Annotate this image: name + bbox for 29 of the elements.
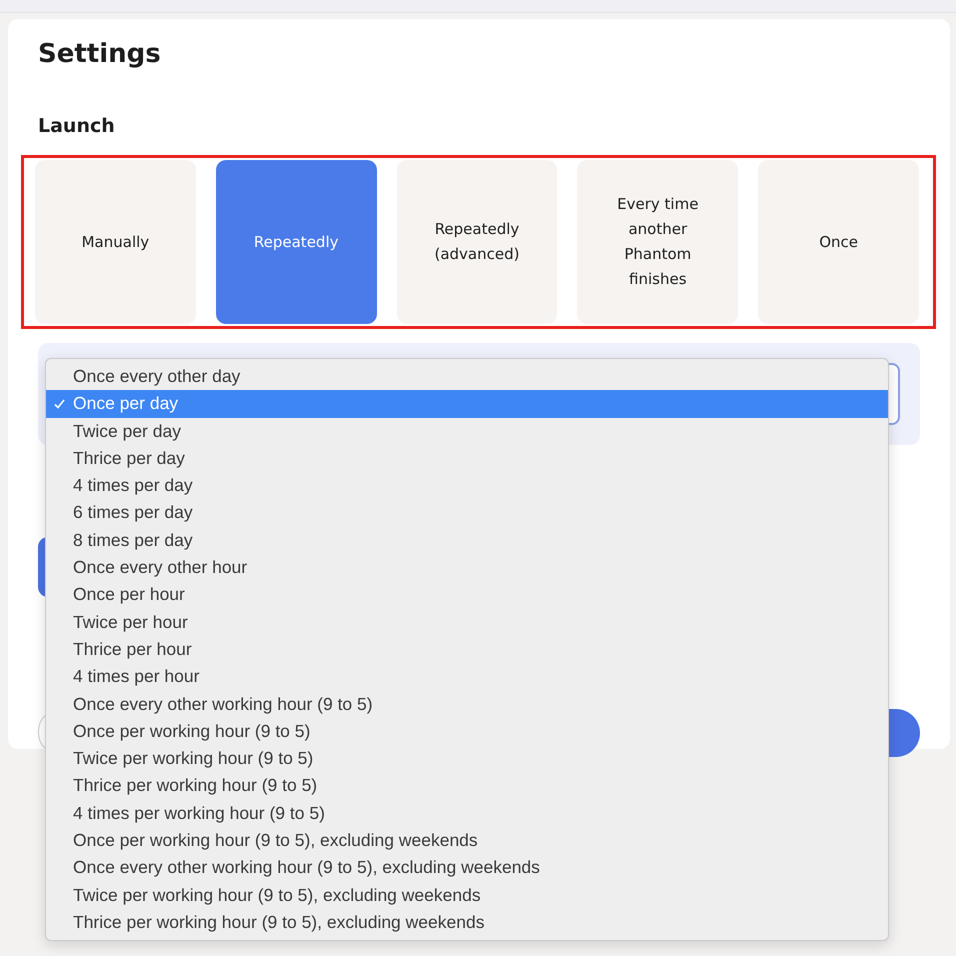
menu-item[interactable]: Twice per working hour (9 to 5) bbox=[46, 745, 888, 772]
section-heading: Launch bbox=[38, 115, 116, 137]
menu-item[interactable]: 8 times per day bbox=[46, 526, 888, 554]
menu-item[interactable]: 4 times per working hour (9 to 5) bbox=[46, 800, 888, 828]
menu-item[interactable]: Once every other day bbox=[46, 363, 888, 390]
launch-option[interactable]: Manually bbox=[35, 160, 196, 324]
menu-item[interactable]: Twice per working hour (9 to 5), excluding weekends bbox=[46, 882, 888, 909]
launch-option[interactable]: Repeatedly bbox=[216, 160, 377, 324]
menu-item[interactable]: Thrice per working hour (9 to 5) bbox=[46, 772, 888, 800]
launch-option[interactable]: Repeatedly (advanced) bbox=[396, 160, 558, 324]
menu-item[interactable]: Twice per hour bbox=[46, 608, 888, 636]
menu-item[interactable]: 6 times per day bbox=[46, 499, 888, 527]
menu-item[interactable]: Once every other working hour (9 to 5) bbox=[46, 690, 888, 718]
menu-item[interactable]: Once every other working hour (9 to 5), excluding weekends bbox=[46, 854, 888, 882]
launch-option[interactable]: Every time another Phantom finishes bbox=[577, 160, 738, 324]
menu-item[interactable]: Thrice per day bbox=[46, 444, 888, 472]
menu-item[interactable]: Thrice per working hour (9 to 5), excluding weekends bbox=[46, 908, 888, 936]
menu-item[interactable]: Once per working hour (9 to 5) bbox=[46, 718, 888, 746]
menu-item[interactable]: Once every other hour bbox=[46, 554, 888, 582]
menu-item[interactable]: Twice per day bbox=[46, 418, 888, 445]
checkmark-icon bbox=[54, 398, 65, 409]
menu-item[interactable]: Once per working hour (9 to 5), excluding weekends bbox=[46, 827, 888, 854]
menu-item[interactable]: 4 times per hour bbox=[46, 663, 888, 691]
menu-item[interactable]: Thrice per hour bbox=[46, 636, 888, 664]
menu-item[interactable]: 4 times per day bbox=[46, 472, 888, 500]
menu-item[interactable]: Once per hour bbox=[46, 581, 888, 609]
page-title: Settings bbox=[38, 39, 162, 69]
launch-option[interactable]: Once bbox=[758, 160, 919, 324]
menu-item[interactable]: Once per day bbox=[46, 390, 888, 418]
